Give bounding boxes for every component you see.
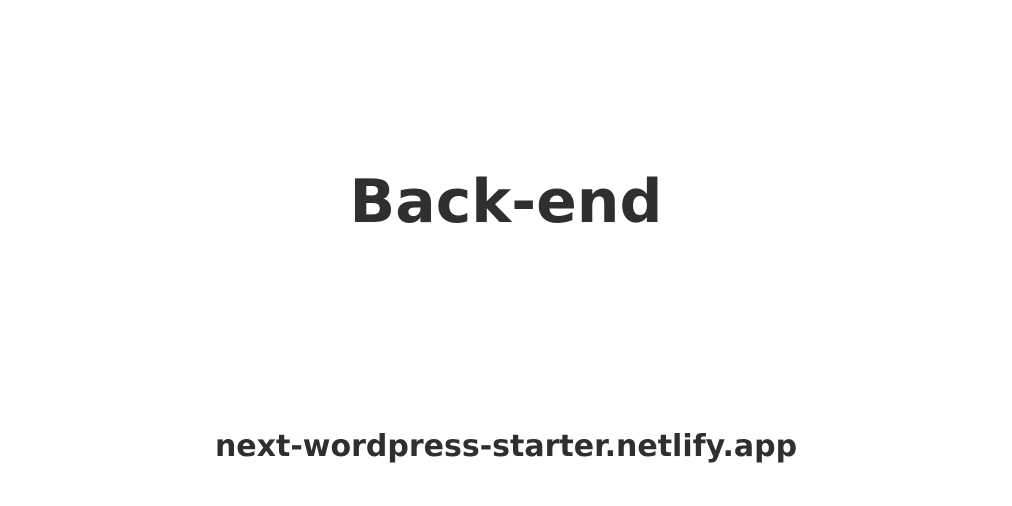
site-url: next-wordpress-starter.netlify.app bbox=[214, 429, 798, 464]
social-card: Back-end next-wordpress-starter.netlify.… bbox=[0, 0, 1012, 506]
page-title: Back-end bbox=[349, 167, 663, 237]
